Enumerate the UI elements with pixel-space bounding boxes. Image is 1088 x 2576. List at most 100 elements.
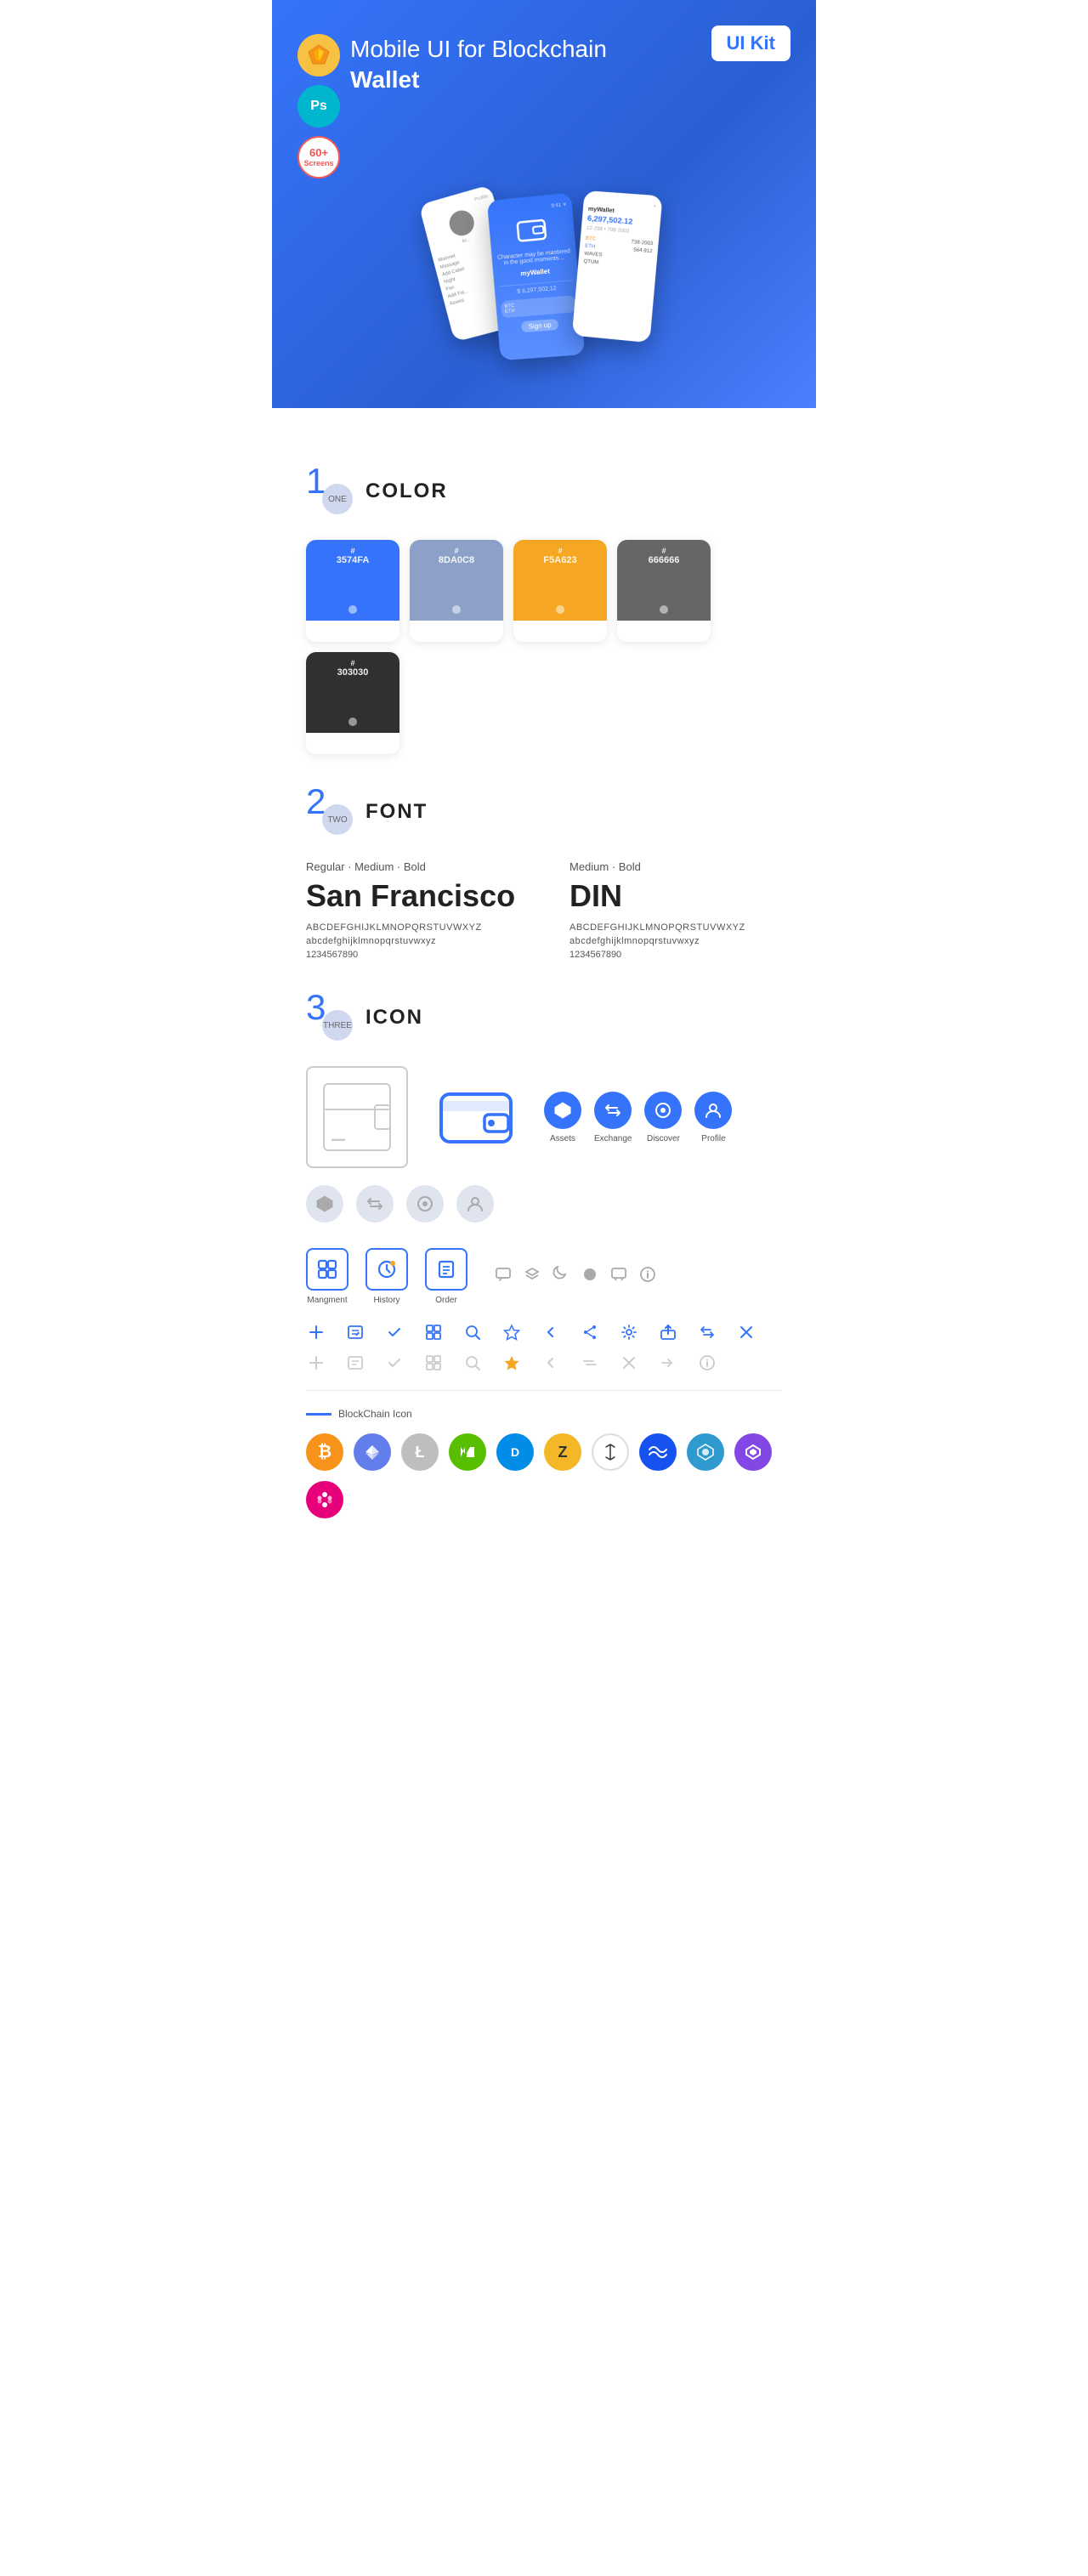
- info-icon: [638, 1266, 658, 1287]
- blockchain-line: [306, 1413, 332, 1416]
- nav-icon-assets: Assets: [544, 1092, 581, 1143]
- close-icon: [736, 1322, 756, 1342]
- color-swatches: # 3574FA # 8DA0C8 # F5A623 #: [306, 540, 782, 754]
- bitcoin-icon: ₿: [306, 1433, 343, 1471]
- chevron-left-icon: [541, 1322, 561, 1342]
- waves-icon: [639, 1433, 677, 1471]
- nav-icon-profile: Profile: [694, 1092, 732, 1143]
- swatch-gray: # 666666: [617, 540, 711, 642]
- swatch-dark: # 303030: [306, 652, 400, 754]
- sketch-badge: [298, 34, 340, 77]
- screens-badge: 60+ Screens: [298, 136, 340, 179]
- main-content: 1 ONE COLOR # 3574FA # 8DA0C8 # F5A623: [272, 408, 816, 1578]
- nav-icons-grey: [306, 1185, 494, 1223]
- list-edit-icon: [345, 1322, 366, 1342]
- nav-label-discover: Discover: [647, 1134, 680, 1143]
- bottom-icon-history: History: [366, 1248, 408, 1305]
- order-label: Order: [435, 1296, 457, 1305]
- check-icon: [384, 1322, 405, 1342]
- sf-uppercase: ABCDEFGHIJKLMNOPQRSTUVWXYZ: [306, 922, 518, 933]
- icon-section-header: 3 THREE ICON: [306, 994, 782, 1041]
- info-icon-grey: [697, 1353, 717, 1373]
- chat-icon: [493, 1266, 513, 1287]
- hero-section: Ps 60+ Screens Mobile UI for Blockchain …: [272, 0, 816, 408]
- divider: [306, 1390, 782, 1391]
- zcash-icon: Z: [544, 1433, 581, 1471]
- settings-icon: [619, 1322, 639, 1342]
- management-icon: [306, 1248, 348, 1291]
- swatch-orange: # F5A623: [513, 540, 607, 642]
- bottom-nav-icons: Mangment History Order: [306, 1248, 782, 1305]
- color-section-header: 1 ONE COLOR: [306, 468, 782, 514]
- management-label: Mangment: [307, 1296, 347, 1305]
- nav-icon-profile-grey: [456, 1185, 494, 1223]
- star-icon-orange: [502, 1353, 522, 1373]
- circle-icon: [580, 1266, 600, 1287]
- phone-right: + myWallet 6,297,502.12 12-298 • 708-200…: [572, 190, 663, 343]
- swap-icon: [697, 1322, 717, 1342]
- font-sf: Regular · Medium · Bold San Francisco AB…: [306, 860, 518, 960]
- color-title: COLOR: [366, 479, 448, 503]
- nav-icon-discover-grey: [406, 1185, 444, 1223]
- chevron-left-icon-grey: [541, 1353, 561, 1373]
- order-icon: [425, 1248, 468, 1291]
- small-icons-active: [306, 1322, 782, 1342]
- nav-icon-exchange-grey: [356, 1185, 394, 1223]
- ethereum-icon: [354, 1433, 391, 1471]
- sf-style-label: Regular · Medium · Bold: [306, 860, 518, 873]
- history-label: History: [373, 1296, 400, 1305]
- nav-icon-exchange: Exchange: [594, 1092, 632, 1143]
- x-icon-grey: [619, 1353, 639, 1373]
- wallet-wireframe-icon: ▬▬: [306, 1066, 408, 1168]
- font-din: Medium · Bold DIN ABCDEFGHIJKLMNOPQRSTUV…: [570, 860, 782, 960]
- iota-icon: [592, 1433, 629, 1471]
- grid-icon-grey: [423, 1353, 444, 1373]
- nav-label-exchange: Exchange: [594, 1134, 632, 1143]
- sf-numbers: 1234567890: [306, 950, 518, 960]
- qtum-icon: [687, 1433, 724, 1471]
- plus-icon-grey: [306, 1353, 326, 1373]
- dash-icon: D: [496, 1433, 534, 1471]
- message-icon: [609, 1266, 629, 1287]
- crypto-icons: ₿ Ł D Z: [306, 1433, 782, 1518]
- plus-icon: [306, 1322, 326, 1342]
- bottom-icon-order: Order: [425, 1248, 468, 1305]
- wallet-filled-icon: [425, 1066, 527, 1168]
- export-icon: [658, 1322, 678, 1342]
- nav-icon-discover: Discover: [644, 1092, 682, 1143]
- nav-label-profile: Profile: [701, 1134, 725, 1143]
- small-icons-grey: [306, 1353, 782, 1373]
- check-icon-grey: [384, 1353, 405, 1373]
- font-title: FONT: [366, 800, 428, 824]
- ps-badge: Ps: [298, 85, 340, 128]
- grid-icon: [423, 1322, 444, 1342]
- share-icon: [580, 1322, 600, 1342]
- sf-lowercase: abcdefghijklmnopqrstuvwxyz: [306, 936, 518, 946]
- bottom-icon-management: Mangment: [306, 1248, 348, 1305]
- arrows-icon-grey: [580, 1353, 600, 1373]
- nav-icons-active: Assets Exchange Discover: [544, 1092, 732, 1143]
- blockchain-label: BlockChain Icon: [306, 1408, 782, 1420]
- neo-icon: [449, 1433, 486, 1471]
- din-uppercase: ABCDEFGHIJKLMNOPQRSTUVWXYZ: [570, 922, 782, 933]
- phone-middle: 9:41 ✕ Character may be mastered in the …: [487, 192, 585, 360]
- polygon-icon: [734, 1433, 772, 1471]
- blockchain-text: BlockChain Icon: [338, 1408, 412, 1420]
- nav-icon-assets-grey: [306, 1185, 343, 1223]
- font-section-header: 2 TWO FONT: [306, 788, 782, 835]
- forward-icon-grey: [658, 1353, 678, 1373]
- history-icon: [366, 1248, 408, 1291]
- list-edit-icon-grey: [345, 1353, 366, 1373]
- din-lowercase: abcdefghijklmnopqrstuvwxyz: [570, 936, 782, 946]
- litecoin-icon: Ł: [401, 1433, 439, 1471]
- search-icon: [462, 1322, 483, 1342]
- star-icon: [502, 1322, 522, 1342]
- moon-icon: [551, 1266, 571, 1287]
- swatch-blue: # 3574FA: [306, 540, 400, 642]
- search-icon-grey: [462, 1353, 483, 1373]
- nav-label-assets: Assets: [550, 1134, 575, 1143]
- din-numbers: 1234567890: [570, 950, 782, 960]
- hero-title: Mobile UI for Blockchain Wallet: [350, 34, 622, 96]
- layers-icon: [522, 1266, 542, 1287]
- polkadot-icon: [306, 1481, 343, 1518]
